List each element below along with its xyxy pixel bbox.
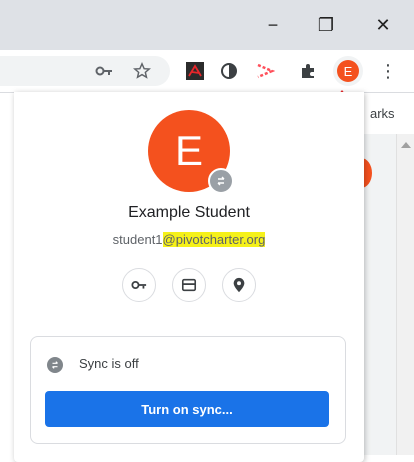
payment-methods-button[interactable] [172, 268, 206, 302]
minimize-button[interactable]: − [250, 0, 296, 50]
sync-card: Sync is off Turn on sync... [30, 336, 346, 444]
turn-on-sync-button[interactable]: Turn on sync... [45, 391, 329, 427]
profile-email: student1@pivotcharter.org [14, 232, 364, 247]
acrobat-icon[interactable] [183, 59, 207, 83]
passwords-button[interactable] [122, 268, 156, 302]
extensions-icon[interactable] [296, 59, 320, 83]
bookmarks-label-fragment: arks [370, 106, 395, 121]
profile-name: Example Student [128, 204, 250, 221]
sync-paused-icon [208, 168, 234, 194]
key-icon [131, 281, 147, 289]
screencastify-icon[interactable] [253, 59, 277, 83]
restore-button[interactable]: ❐ [303, 0, 349, 50]
sync-status: Sync is off [79, 356, 139, 371]
email-domain-highlight: @pivotcharter.org [162, 232, 266, 247]
sync-off-icon [47, 357, 63, 373]
profile-menu-popup: E Example Student student1@pivotcharter.… [14, 92, 364, 462]
profile-avatar-small: E [337, 60, 359, 82]
card-icon [181, 278, 197, 292]
key-icon[interactable] [92, 59, 116, 83]
quick-actions [122, 268, 256, 302]
addresses-button[interactable] [222, 268, 256, 302]
scroll-up-arrow-icon[interactable] [401, 142, 411, 148]
scrollbar[interactable] [396, 134, 414, 455]
circle-half-icon[interactable] [217, 59, 241, 83]
window-titlebar: − ❐ ✕ [0, 0, 414, 50]
menu-icon[interactable]: ⋮ [376, 59, 400, 83]
close-window-button[interactable]: ✕ [360, 0, 406, 50]
profile-button[interactable]: E [333, 56, 363, 86]
star-icon[interactable] [130, 59, 154, 83]
location-icon [233, 277, 245, 293]
email-user: student1 [112, 232, 163, 247]
